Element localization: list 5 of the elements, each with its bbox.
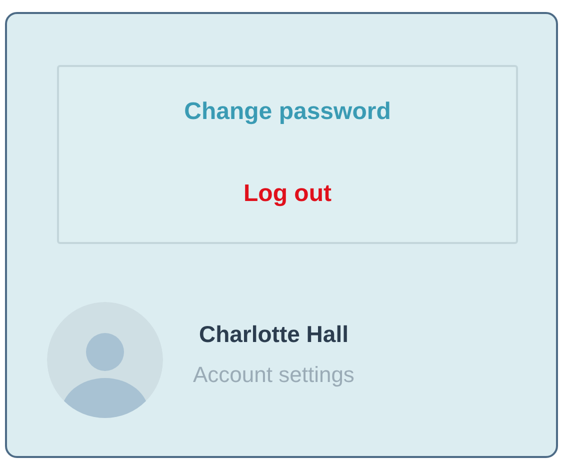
avatar-icon	[47, 302, 163, 418]
account-settings-link[interactable]: Account settings	[193, 362, 354, 388]
user-name: Charlotte Hall	[198, 320, 348, 348]
menu-link[interactable]: Change password	[184, 95, 391, 129]
menu-link[interactable]: Log out	[244, 177, 332, 211]
